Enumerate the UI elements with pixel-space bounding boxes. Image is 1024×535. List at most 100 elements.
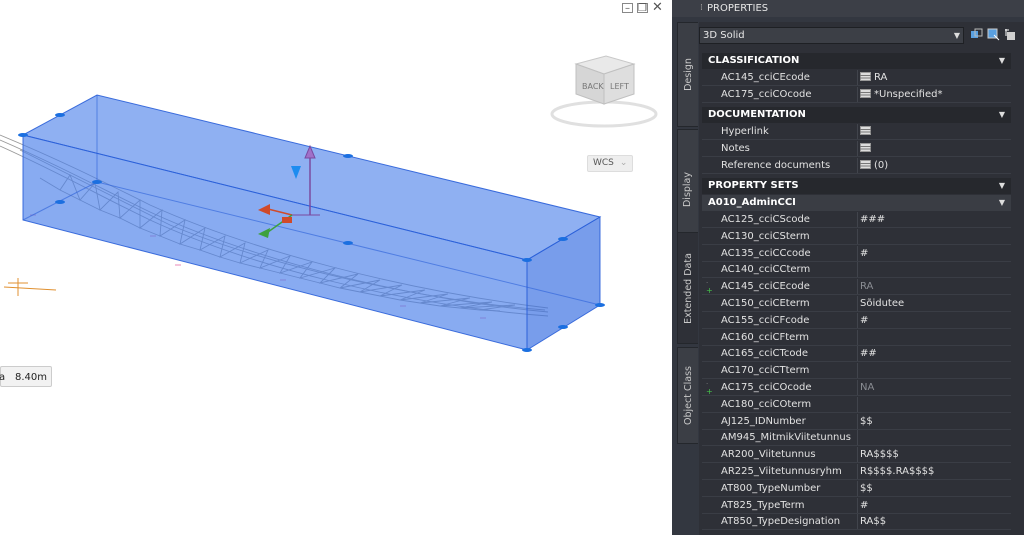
property-value[interactable]: Sõidutee [860,296,904,312]
quick-select-icon[interactable] [970,28,983,41]
collapse-icon[interactable]: ▼ [999,53,1005,69]
ucs-icon [3,278,57,296]
section-classification[interactable]: CLASSIFICATION ▼ [702,53,1011,69]
property-label: AT825_TypeTerm [721,499,805,511]
minimize-icon[interactable]: – [622,3,633,14]
table-icon[interactable] [860,125,871,135]
grip-icon[interactable]: ⁞ [700,0,703,17]
pickadd-toggle-icon[interactable] [1004,28,1017,41]
property-row[interactable]: AR225_Viitetunnusryhm R$$$$.RA$$$$ [702,464,1011,480]
restore-icon[interactable]: ❐ [637,3,648,14]
property-value[interactable]: R$$$$.RA$$$$ [860,464,934,480]
property-label: AR225_Viitetunnusryhm [721,466,842,477]
property-label: AC180_cciCOterm [721,398,812,410]
wcs-label: WCS [593,158,614,168]
property-row[interactable]: AC180_cciCOterm [702,396,1011,413]
property-label: AC145_cciCEcode [721,281,810,293]
property-set-header[interactable]: A010_AdminCCI ▼ [702,195,1011,211]
tab-display[interactable]: Display [677,129,698,249]
collapse-icon[interactable]: ▼ [999,195,1005,211]
property-value[interactable]: RA [860,279,873,295]
section-property-sets[interactable]: PROPERTY SETS ▼ [702,178,1011,194]
property-row[interactable]: AC170_cciCTterm [702,363,1011,380]
properties-palette: ⁞ PROPERTIES Design Display Extended Dat… [672,0,1024,535]
property-value[interactable]: # [860,313,868,329]
properties-sheet: 3D Solid ▼ CLASSIFICATION ▼ AC145_cciCEco… [699,22,1024,535]
property-row[interactable]: AR200_Viitetunnus RA$$$$ [702,447,1011,464]
table-icon[interactable] [860,142,871,152]
property-value[interactable]: RA$$ [860,514,886,530]
table-icon[interactable] [860,88,871,98]
property-row[interactable]: AC150_cciCEterm Sõidutee [702,296,1011,312]
object-type-value: 3D Solid [703,30,745,41]
table-icon[interactable] [860,159,871,169]
property-label: AT800_TypeNumber [721,482,821,494]
dimension-tooltip[interactable]: a 8.40m [0,366,52,387]
viewcube-left-label: LEFT [610,82,629,91]
property-row[interactable]: AC165_cciCTcode ## [702,346,1011,363]
property-row[interactable]: AC135_cciCCcode # [702,245,1011,262]
property-label: AC135_cciCCcode [721,247,811,259]
collapse-icon[interactable]: ▼ [999,178,1005,194]
property-row[interactable]: AJ125_IDNumber $$ [702,413,1011,430]
property-label: AC125_cciCScode [721,214,810,225]
viewport-window-controls: – ❐ ✕ [622,1,663,14]
property-label: AC170_cciCTterm [721,365,810,377]
property-label: AJ125_IDNumber [721,415,806,427]
collapse-icon[interactable]: ▼ [999,107,1005,123]
property-label: AC155_cciCFcode [721,314,810,326]
palette-title: PROPERTIES [707,3,769,14]
property-row[interactable]: AC125_cciCScode ### [702,212,1011,228]
property-label: AT850_TypeDesignation [721,516,841,528]
property-label: AC160_cciCFterm [721,331,809,343]
property-row[interactable]: AT800_TypeNumber $$ [702,480,1011,497]
viewcube[interactable]: BACK LEFT [548,52,660,132]
property-row[interactable]: Hyperlink [702,124,1011,140]
section-documentation[interactable]: DOCUMENTATION ▼ [702,107,1011,123]
property-row[interactable]: AC160_cciCFterm [702,329,1011,346]
property-row[interactable]: Reference documents (0) [702,158,1011,174]
palette-title-bar[interactable]: ⁞ PROPERTIES [672,0,1024,17]
dimension-value: 8.40m [15,372,48,383]
dimension-prefix: a [0,372,6,383]
model-viewport[interactable]: – ❐ ✕ BACK LEFT WCS ⌄ a 8.40m [0,0,672,535]
viewcube-back-label: BACK [582,82,604,91]
property-label: AC175_cciCOcode [721,382,812,393]
property-row[interactable]: AC145_cciCEcode RA [702,70,1011,86]
chevron-down-icon: ▼ [953,31,960,40]
select-objects-icon[interactable] [987,28,1000,41]
property-value[interactable]: RA$$$$ [860,447,899,463]
tab-design[interactable]: Design [677,22,698,127]
tab-extended-data[interactable]: Extended Data [677,232,698,344]
chevron-down-icon: ⌄ [619,158,628,168]
property-value[interactable]: # [860,246,868,262]
tab-object-class[interactable]: Object Class [677,347,698,444]
override-plus-icon[interactable]: · + [706,279,716,295]
property-row[interactable]: AC130_cciCSterm [702,228,1011,245]
property-value[interactable]: NA [860,380,874,396]
property-row[interactable]: AC175_cciCOcode *Unspecified* [702,87,1011,103]
table-icon[interactable] [860,71,871,81]
override-plus-icon[interactable]: · + [706,380,716,396]
property-label: AR200_Viitetunnus [721,449,816,461]
property-row[interactable]: Notes [702,141,1011,157]
property-value[interactable]: ## [860,346,877,362]
property-label: AC130_cciCSterm [721,230,810,242]
property-value[interactable]: # [860,498,868,514]
property-label: AC165_cciCTcode [721,348,809,360]
property-row[interactable]: AC140_cciCCterm [702,262,1011,279]
property-value[interactable]: ### [860,212,885,228]
wcs-menu[interactable]: WCS ⌄ [587,155,634,172]
object-type-select[interactable]: 3D Solid ▼ [699,27,964,44]
close-icon[interactable]: ✕ [652,1,663,14]
property-row[interactable]: AT825_TypeTerm # [702,497,1011,514]
selected-solid-box [21,94,602,351]
property-row[interactable]: AC155_cciCFcode # [702,312,1011,329]
property-row[interactable]: AT850_TypeDesignation RA$$ [702,514,1011,531]
property-value[interactable]: $$ [860,414,873,430]
property-row[interactable]: AM945_MitmikViitetunnus [702,430,1011,447]
property-row[interactable]: · + AC175_cciCOcode NA [702,380,1011,396]
property-label: AC150_cciCEterm [721,298,810,309]
property-value[interactable]: $$ [860,481,873,497]
property-row[interactable]: · + AC145_cciCEcode RA [702,279,1011,296]
